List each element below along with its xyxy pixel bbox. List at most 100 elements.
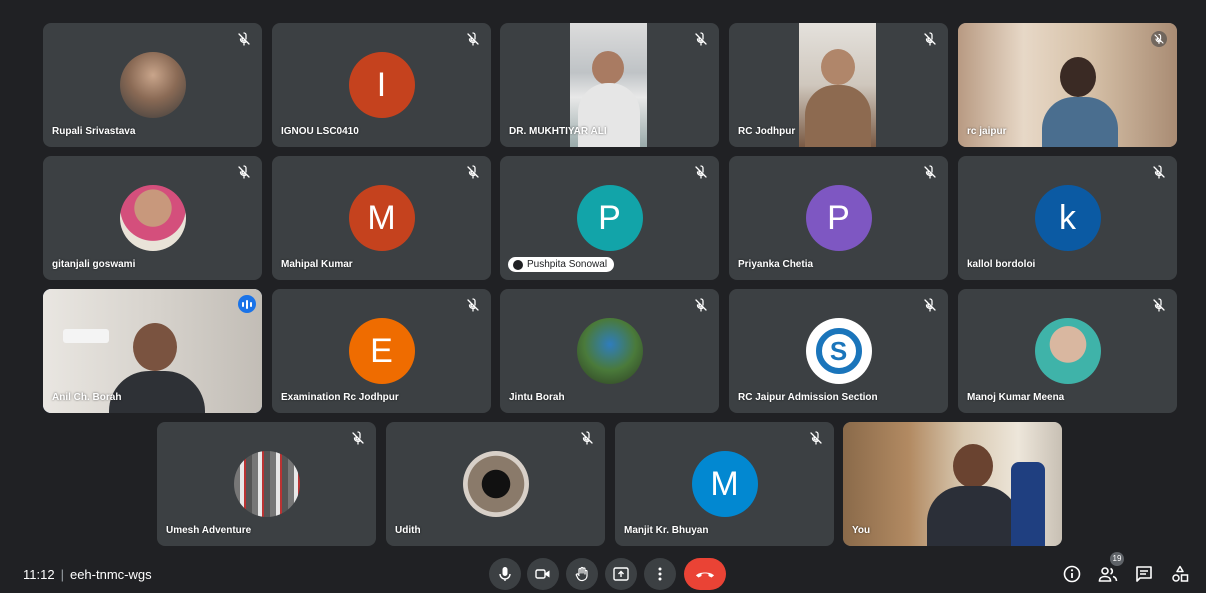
microphone-button[interactable] [489,558,521,590]
avatar: S [805,318,872,384]
more-options-icon [658,567,662,581]
raise-hand-button[interactable] [566,558,598,590]
chat-button[interactable] [1133,563,1155,585]
mic-off-icon [695,32,707,46]
participant-tile-speaking[interactable]: Anil Ch. Borah [43,289,262,413]
video-feed [799,23,876,147]
avatar [119,52,186,118]
people-button[interactable] [1097,563,1119,585]
avatar-initial: P [827,198,850,237]
participant-name: kallol bordoloi [967,259,1036,270]
speaking-indicator-icon [238,295,256,313]
mic-off-icon [695,298,707,312]
mic-off-icon [467,165,479,179]
mic-off-icon [581,431,593,445]
microphone-icon [499,567,511,581]
person-silhouette [592,51,624,85]
camera-button[interactable] [527,558,559,590]
meeting-code: eeh-tnmc-wgs [69,567,152,582]
participant-name: Priyanka Chetia [738,259,814,270]
avatar: M [691,451,758,517]
participant-name: rc jaipur [967,126,1007,137]
avatar [119,185,186,251]
participant-tile[interactable]: rc jaipur [958,23,1177,147]
participant-name: Anil Ch. Borah [52,392,122,403]
participant-tile[interactable]: P Pushpita Sonowal [500,156,719,280]
pin-icon [513,259,523,270]
participant-tile[interactable]: DR. MUKHTIYAR ALI [500,23,719,147]
participant-name: Manoj Kumar Meena [967,392,1065,403]
participant-name: IGNOU LSC0410 [281,126,359,137]
participant-name: Udith [395,525,421,536]
avatar: P [576,185,643,251]
video-feed [843,422,1062,546]
participant-tile[interactable]: Umesh Adventure [157,422,376,546]
participant-tile[interactable]: k kallol bordoloi [958,156,1177,280]
mic-off-icon [238,32,250,46]
mic-off-icon [1153,298,1165,312]
participant-name: Manjit Kr. Bhuyan [624,525,709,536]
participant-count-badge: 19 [1110,552,1124,566]
participant-tile[interactable]: Manoj Kumar Meena [958,289,1177,413]
participant-name-pinned: Pushpita Sonowal [508,257,615,272]
mic-off-icon [467,32,479,46]
raise-hand-icon [575,566,588,582]
end-call-button[interactable] [684,558,726,590]
participant-name: Umesh Adventure [166,525,252,536]
participant-name: DR. MUKHTIYAR ALI [509,126,607,137]
more-options-button[interactable] [644,558,676,590]
avatar: P [805,185,872,251]
camera-icon [535,569,550,579]
person-body [805,85,871,147]
avatar-initial: k [1059,198,1076,237]
mic-off-icon [467,298,479,312]
self-view-tile[interactable]: You [843,422,1062,546]
avatar-initial: M [367,198,396,237]
participant-tile[interactable]: Jintu Borah [500,289,719,413]
avatar-initial: M [710,464,739,503]
avatar: k [1034,185,1101,251]
avatar [1034,318,1101,384]
person-body [1042,97,1118,147]
participant-tile[interactable]: gitanjali goswami [43,156,262,280]
avatar: I [348,52,415,118]
meeting-details-button[interactable] [1061,563,1083,585]
participant-tile[interactable]: S RC Jaipur Admission Section [729,289,948,413]
mic-off-icon [238,165,250,179]
participant-tile[interactable]: P Priyanka Chetia [729,156,948,280]
control-bar: 11:12 | eeh-tnmc-wgs 19 [0,549,1206,593]
participant-name: Pushpita Sonowal [527,259,608,270]
person-silhouette [133,323,177,371]
participant-name: Examination Rc Jodhpur [281,392,399,403]
person-silhouette [821,49,855,85]
participant-tile[interactable]: M Mahipal Kumar [272,156,491,280]
mic-off-icon [924,32,936,46]
person-body [578,83,640,147]
mic-off-icon [924,298,936,312]
mic-off-icon [1151,31,1167,47]
participant-name: Rupali Srivastava [52,126,136,137]
participant-name: RC Jodhpur [738,126,796,137]
ignou-logo-icon: S [815,328,862,374]
participant-tile[interactable]: E Examination Rc Jodhpur [272,289,491,413]
end-call-icon [696,572,714,578]
participant-tile[interactable]: I IGNOU LSC0410 [272,23,491,147]
meeting-time: 11:12 [23,567,55,582]
participant-tile[interactable]: M Manjit Kr. Bhuyan [615,422,834,546]
activities-button[interactable] [1169,563,1191,585]
mic-off-icon [1153,165,1165,179]
office-chair [1011,462,1045,546]
present-screen-button[interactable] [605,558,637,590]
mic-off-icon [810,431,822,445]
participant-name: Mahipal Kumar [281,259,353,270]
participant-tile[interactable]: Rupali Srivastava [43,23,262,147]
mic-off-icon [924,165,936,179]
avatar: E [348,318,415,384]
avatar-initial: P [598,198,621,237]
avatar [462,451,529,517]
mic-off-icon [695,165,707,179]
avatar: M [348,185,415,251]
participant-tile[interactable]: Udith [386,422,605,546]
person-body [927,486,1019,546]
participant-tile[interactable]: RC Jodhpur [729,23,948,147]
